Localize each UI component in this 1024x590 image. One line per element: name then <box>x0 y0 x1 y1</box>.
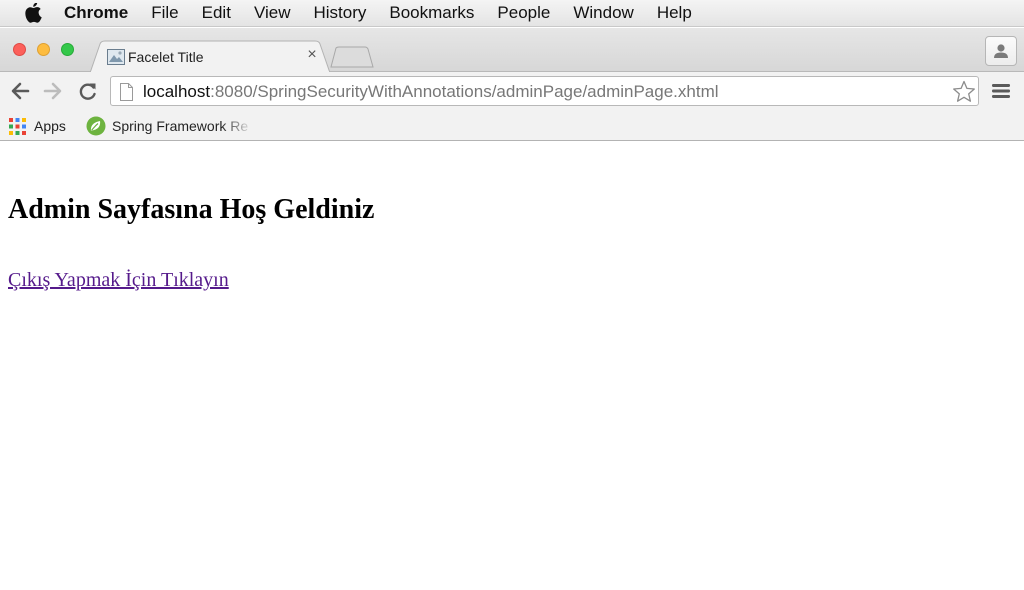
bookmark-apps[interactable]: Apps <box>9 116 66 136</box>
bookmarks-bar: Apps Spring Framework Re <box>0 110 1024 141</box>
hamburger-menu-icon[interactable] <box>991 83 1011 99</box>
menu-window[interactable]: Window <box>573 3 633 23</box>
reload-icon[interactable] <box>77 81 99 101</box>
menu-people[interactable]: People <box>497 3 550 23</box>
tab-title: Facelet Title <box>128 49 204 65</box>
tab-shape <box>90 40 330 73</box>
profile-icon <box>994 44 1008 58</box>
forward-icon[interactable] <box>42 81 64 101</box>
bookmark-spring-framework[interactable]: Spring Framework Re <box>86 116 248 136</box>
logout-link[interactable]: Çıkış Yapmak İçin Tıklayın <box>8 269 229 292</box>
menu-edit[interactable]: Edit <box>202 3 231 23</box>
spring-leaf-icon <box>86 116 106 136</box>
browser-toolbar: localhost:8080/SpringSecurityWithAnnotat… <box>0 72 1024 110</box>
address-bar[interactable]: localhost:8080/SpringSecurityWithAnnotat… <box>110 76 979 106</box>
new-tab-button[interactable] <box>330 46 374 68</box>
menu-app-chrome[interactable]: Chrome <box>64 3 128 23</box>
menu-view[interactable]: View <box>254 3 291 23</box>
address-path: :8080/SpringSecurityWithAnnotations/admi… <box>210 82 719 101</box>
tab-close-icon[interactable]: × <box>304 46 320 64</box>
macos-menu-bar: Chrome File Edit View History Bookmarks … <box>0 0 1024 27</box>
window-close-button[interactable] <box>13 43 26 56</box>
menu-help[interactable]: Help <box>657 3 692 23</box>
back-icon[interactable] <box>9 81 31 101</box>
tab-active[interactable]: Facelet Title × <box>90 40 330 73</box>
tab-favicon <box>107 49 125 65</box>
address-url: localhost:8080/SpringSecurityWithAnnotat… <box>143 82 719 102</box>
browser-window: Facelet Title × localhost:8080/SpringSec… <box>0 28 1024 590</box>
address-host: localhost <box>143 82 211 101</box>
window-minimize-button[interactable] <box>37 43 50 56</box>
page-heading: Admin Sayfasına Hoş Geldiniz <box>8 194 375 225</box>
window-maximize-button[interactable] <box>61 43 74 56</box>
menu-file[interactable]: File <box>151 3 178 23</box>
menu-history[interactable]: History <box>313 3 366 23</box>
menu-bookmarks[interactable]: Bookmarks <box>389 3 474 23</box>
profile-button[interactable] <box>985 36 1017 66</box>
tab-strip: Facelet Title × <box>0 28 1024 73</box>
page-content: Admin Sayfasına Hoş Geldiniz Çıkış Yapma… <box>0 142 1024 590</box>
bookmark-spring-label: Spring Framework Re <box>112 118 249 134</box>
star-icon[interactable] <box>952 80 976 103</box>
apps-grid-icon <box>9 117 26 135</box>
bookmark-apps-label: Apps <box>34 118 66 134</box>
page-icon <box>120 83 133 101</box>
apple-icon[interactable] <box>24 3 42 23</box>
